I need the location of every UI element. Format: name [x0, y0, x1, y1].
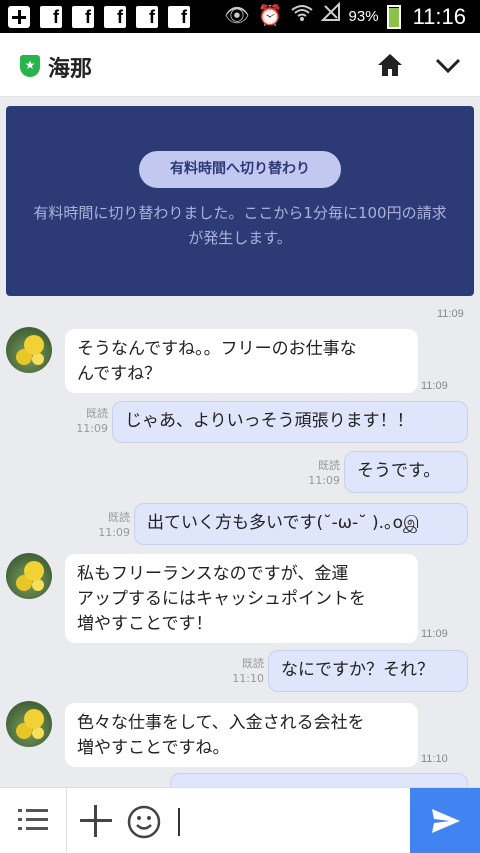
status-clock: 11:16 — [412, 3, 466, 29]
add-button[interactable] — [80, 805, 112, 837]
read-receipt: 既読 — [318, 459, 340, 472]
emoji-button[interactable] — [127, 805, 161, 839]
facebook-icon: f — [40, 6, 62, 28]
incoming-message: 色々な仕事をして、入金される会社を 増やすことですね。 — [65, 703, 418, 767]
menu-button[interactable] — [18, 807, 48, 833]
message-time: 11:10 — [421, 753, 448, 765]
read-receipt: 既読 — [242, 657, 264, 670]
home-button[interactable] — [376, 51, 404, 79]
message-line: 増やすことです！ — [77, 614, 213, 634]
collapse-button[interactable] — [434, 51, 462, 79]
message-line: アップするにはキャッシュポイントを — [77, 589, 366, 609]
avatar[interactable] — [6, 701, 52, 747]
message-line: んですね？ — [77, 364, 162, 384]
outgoing-message: じゃあ、よりいっそう頑張ります！！ — [112, 401, 468, 443]
message-time: 11:09 — [308, 474, 340, 487]
facebook-icon: f — [104, 6, 126, 28]
plus-square-icon — [8, 6, 30, 28]
message-time: 11:09 — [437, 308, 464, 320]
smiley-icon — [127, 805, 161, 839]
avatar[interactable] — [6, 327, 52, 373]
battery-percent: 93% — [348, 8, 379, 25]
input-bar — [0, 787, 480, 853]
send-icon — [432, 809, 460, 833]
read-meta: 既読 11:10 — [228, 656, 264, 686]
chat-title: 海那 — [48, 57, 93, 82]
list-icon — [18, 809, 48, 830]
paid-time-notice: 有料時間へ切り替わり 有料時間に切り替わりました。ここから1分毎に100円の請求… — [6, 106, 474, 296]
facebook-icon: f — [168, 6, 190, 28]
incoming-message: そうなんですね。。フリーのお仕事な んですね？ — [65, 329, 418, 393]
read-meta: 既読 11:09 — [72, 406, 108, 436]
chevron-down-icon — [435, 58, 461, 74]
message-input[interactable] — [178, 808, 180, 836]
no-signal-icon — [320, 0, 341, 33]
read-receipt: 既読 — [108, 511, 130, 524]
message-line: 色々な仕事をして、入金される会社を — [77, 713, 365, 733]
send-button[interactable] — [410, 788, 480, 853]
outgoing-message: なにですか？それ？ — [268, 650, 468, 692]
incoming-message: 私もフリーランスなのですが、金運 アップするにはキャッシュポイントを 増やすこと… — [65, 554, 418, 643]
message-time: 11:09 — [421, 628, 448, 640]
notice-pill: 有料時間へ切り替わり — [139, 151, 341, 188]
notice-text: 有料時間に切り替わりました。ここから1分毎に100円の請求が発生します。 — [33, 204, 447, 247]
facebook-icon: f — [136, 6, 158, 28]
read-meta: 既読 11:09 — [94, 510, 130, 540]
status-bar: f f f f f 👁 ⏰ 93% 11:16 — [0, 0, 480, 33]
outgoing-message: そうです。 — [344, 451, 468, 493]
avatar[interactable] — [6, 553, 52, 599]
outgoing-message: 出ていく方も多いです(˘-ω-˘ ).｡oஇ — [134, 503, 468, 545]
alarm-icon: ⏰ — [257, 5, 283, 27]
message-line: 増やすことですね。 — [77, 738, 230, 758]
message-time: 11:09 — [98, 526, 130, 539]
message-line: 私もフリーランスなのですが、金運 — [77, 564, 349, 584]
message-time: 11:09 — [76, 422, 108, 435]
shield-star-icon: ★ — [20, 55, 40, 77]
home-icon — [378, 54, 402, 76]
message-time: 11:09 — [421, 380, 448, 392]
message-line: そうなんですね。。フリーのお仕事な — [77, 339, 357, 359]
divider — [66, 788, 67, 853]
chat-header: ★ 海那 — [0, 33, 480, 97]
facebook-icon: f — [72, 6, 94, 28]
eye-icon: 👁 — [224, 5, 250, 27]
read-receipt: 既読 — [86, 407, 108, 420]
message-time: 11:10 — [232, 672, 264, 685]
read-meta: 既読 11:09 — [304, 458, 340, 488]
wifi-icon — [290, 0, 313, 33]
battery-icon — [386, 4, 401, 29]
